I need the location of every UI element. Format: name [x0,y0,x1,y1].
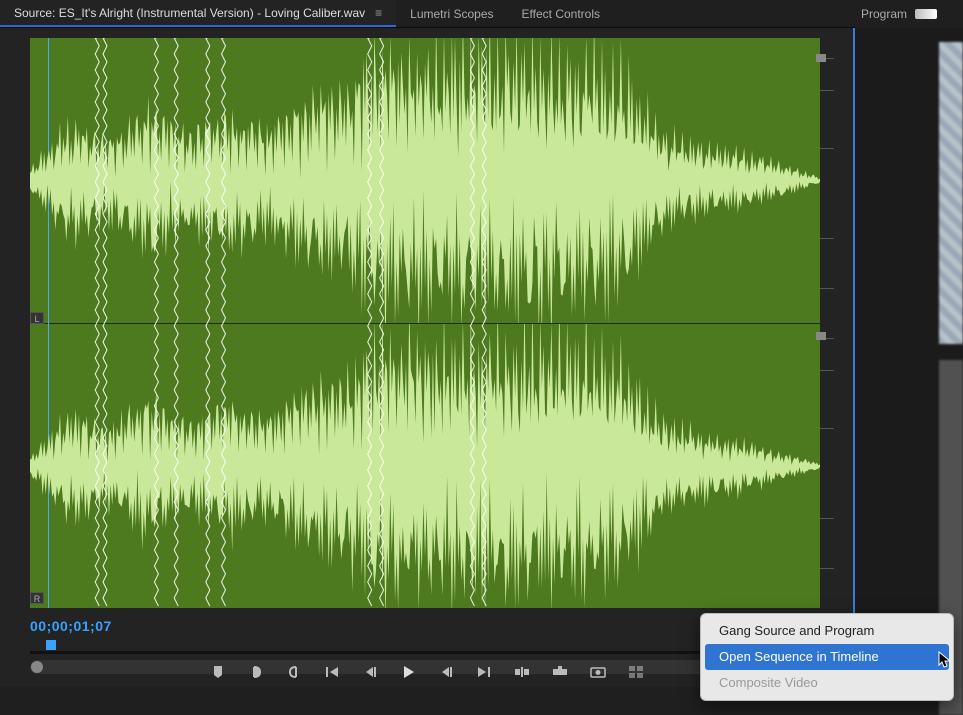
panel-menu-icon[interactable]: ≡ [375,6,382,20]
tab-effect-label: Effect Controls [522,7,600,21]
play-button[interactable] [399,663,417,681]
settings-context-menu: Gang Source and Program Open Sequence in… [700,613,954,701]
amplitude-handle[interactable] [816,54,826,62]
export-frame-button[interactable] [589,663,607,681]
waveform-right-svg [30,324,820,609]
insert-button[interactable] [513,663,531,681]
menu-item-gang-source-program[interactable]: Gang Source and Program [701,618,953,644]
menu-item-label: Open Sequence in Timeline [719,649,879,664]
mark-out-button[interactable] [285,663,303,681]
tab-lumetri-label: Lumetri Scopes [410,7,493,21]
program-preview-sliver [939,42,963,344]
go-to-in-button[interactable] [323,663,341,681]
program-panel-sliver [855,28,963,687]
tab-source-label: Source: ES_It's Alright (Instrumental Ve… [14,6,365,20]
mark-in-button[interactable] [247,663,265,681]
button-editor-icon[interactable] [627,663,645,681]
audio-waveform-display[interactable]: L R [30,38,820,608]
menu-item-label: Gang Source and Program [719,623,874,638]
in-point-marker[interactable] [46,640,56,650]
waveform-channel-left [30,38,820,323]
go-to-out-button[interactable] [475,663,493,681]
tab-program-label: Program [861,7,907,21]
mouse-cursor-icon [938,651,952,669]
amplitude-handle[interactable] [816,332,826,340]
add-marker-button[interactable] [209,663,227,681]
amplitude-ruler [820,38,838,608]
step-back-button[interactable] [361,663,379,681]
overwrite-button[interactable] [551,663,569,681]
step-forward-button[interactable] [437,663,455,681]
current-timecode[interactable]: 00;00;01;07 [30,618,112,634]
menu-item-open-sequence-in-timeline[interactable]: Open Sequence in Timeline [705,644,949,670]
program-thumbnail-icon [915,9,937,19]
waveform-left-svg [30,38,820,323]
source-panel-tabs: Source: ES_It's Alright (Instrumental Ve… [0,0,963,28]
tab-lumetri-scopes[interactable]: Lumetri Scopes [396,0,507,27]
menu-item-label: Composite Video [719,675,818,690]
waveform-channel-right [30,324,820,609]
source-monitor-panel: L R L R 00;00;01;07 ▦ ╫ [0,28,855,687]
tab-source[interactable]: Source: ES_It's Alright (Instrumental Ve… [0,0,396,27]
menu-item-composite-video[interactable]: Composite Video [701,670,953,696]
tab-effect-controls[interactable]: Effect Controls [508,0,614,27]
tab-program[interactable]: Program [855,0,963,28]
